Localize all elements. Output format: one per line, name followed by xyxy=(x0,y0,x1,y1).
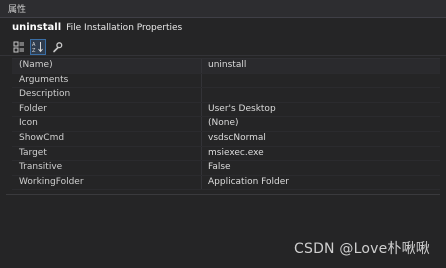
property-value[interactable]: (None) xyxy=(202,117,440,131)
property-value[interactable] xyxy=(202,74,440,88)
alphabetical-button[interactable]: A Z xyxy=(30,38,46,55)
object-selector[interactable]: uninstall File Installation Properties xyxy=(0,18,446,38)
property-name: Icon xyxy=(12,117,202,131)
properties-window: 属性 uninstall File Installation Propertie… xyxy=(0,0,446,268)
window-titlebar: 属性 xyxy=(0,0,446,18)
property-row-arguments[interactable]: Arguments xyxy=(12,73,440,89)
property-row-icon[interactable]: Icon (None) xyxy=(12,117,440,132)
property-name: Arguments xyxy=(12,73,202,88)
property-row-name[interactable]: (Name) uninstall xyxy=(12,59,440,74)
property-value[interactable]: msiexec.exe xyxy=(202,147,440,161)
property-row-description[interactable]: Description xyxy=(12,88,440,103)
description-pane xyxy=(6,194,440,205)
property-row-showcmd[interactable]: ShowCmd vsdscNormal xyxy=(12,131,440,147)
properties-toolbar: A Z xyxy=(0,38,446,56)
property-name: ShowCmd xyxy=(12,131,202,146)
property-name: Target xyxy=(12,146,202,161)
alphabetical-sort-icon: A Z xyxy=(32,41,43,53)
property-name: Description xyxy=(12,88,202,102)
watermark: CSDN @Love朴啾啾 xyxy=(294,241,430,257)
property-grid: (Name) uninstall Arguments Description F… xyxy=(12,58,440,191)
svg-text:Z: Z xyxy=(32,48,36,53)
categorized-icon xyxy=(13,41,24,52)
property-name: Folder xyxy=(12,102,202,117)
property-value[interactable] xyxy=(202,88,440,102)
property-value[interactable]: User's Desktop xyxy=(202,103,440,117)
property-row-target[interactable]: Target msiexec.exe xyxy=(12,146,440,162)
property-row-workingfolder[interactable]: WorkingFolder Application Folder xyxy=(12,175,440,191)
property-value[interactable]: vsdscNormal xyxy=(202,132,440,146)
property-name: Transitive xyxy=(12,161,202,175)
object-name: uninstall xyxy=(12,22,62,33)
object-type: File Installation Properties xyxy=(66,23,183,33)
property-value[interactable]: False xyxy=(202,161,440,175)
categorized-button[interactable] xyxy=(11,39,27,55)
property-name: WorkingFolder xyxy=(12,175,202,190)
window-title: 属性 xyxy=(8,5,27,15)
property-value[interactable]: Application Folder xyxy=(202,176,440,190)
property-row-folder[interactable]: Folder User's Desktop xyxy=(12,102,440,118)
property-name: (Name) xyxy=(12,59,202,73)
wrench-icon xyxy=(53,41,63,52)
property-pages-button[interactable] xyxy=(49,39,65,55)
property-value[interactable]: uninstall xyxy=(202,59,440,73)
property-row-transitive[interactable]: Transitive False xyxy=(12,161,440,176)
